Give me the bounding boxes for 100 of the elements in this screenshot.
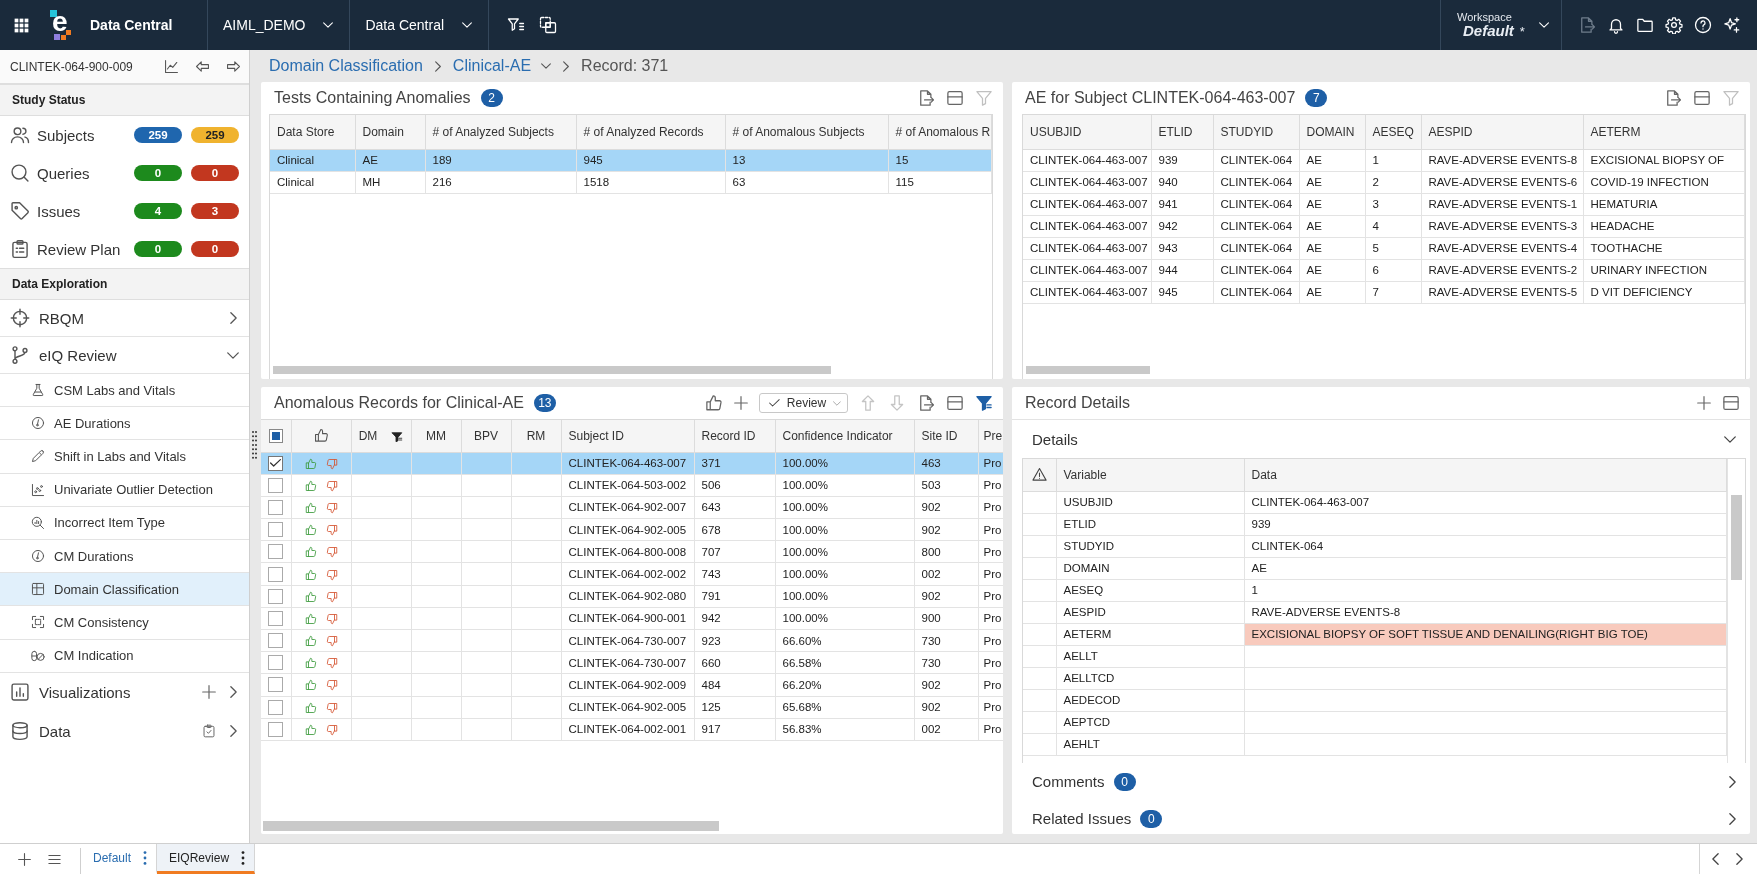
scrollbar-thumb[interactable]	[273, 366, 831, 374]
sidebar-subitem[interactable]: CM Consistency	[0, 606, 249, 640]
thumbs-down-icon[interactable]	[325, 701, 338, 714]
chevron-icon[interactable]	[230, 312, 237, 324]
thumbs-up-icon[interactable]	[304, 457, 317, 470]
column-header[interactable]: AESEQ	[1365, 115, 1421, 149]
thumbs-down-icon[interactable]	[325, 501, 338, 514]
sidebar-subitem[interactable]: Domain Classification	[0, 573, 249, 607]
drag-handle-icon[interactable]	[252, 431, 257, 459]
table-row[interactable]: CLINTEK-064-800-008 707 100.00% 800 Pro	[261, 540, 1003, 563]
layout-icon[interactable]	[1693, 89, 1711, 107]
thumbs-down-icon[interactable]	[325, 723, 338, 736]
line-chart-icon[interactable]	[164, 59, 179, 74]
row-checkbox[interactable]	[268, 544, 284, 560]
table-row[interactable]: CLINTEK-064-902-007 643 100.00% 902 Pro	[261, 496, 1003, 519]
table-row[interactable]: CLINTEK-064-902-005 125 65.68% 902 Pro	[261, 696, 1003, 719]
export-icon[interactable]	[917, 394, 935, 412]
thumbs-up-icon[interactable]	[304, 546, 317, 559]
row-checkbox[interactable]	[268, 699, 284, 715]
column-header[interactable]: Domain	[355, 115, 425, 149]
kebab-menu-icon[interactable]	[241, 850, 246, 865]
thumbs-up-icon[interactable]	[304, 501, 317, 514]
sidebar-item[interactable]: Visualizations	[10, 682, 202, 703]
thumbs-down-icon[interactable]	[325, 457, 338, 470]
status-link[interactable]: Queries	[10, 163, 90, 183]
column-header[interactable]: USUBJID	[1023, 115, 1151, 149]
thumbs-down-icon[interactable]	[325, 524, 338, 537]
chevron-icon[interactable]	[230, 725, 237, 738]
row-checkbox[interactable]	[268, 677, 284, 693]
thumbs-down-icon[interactable]	[325, 568, 338, 581]
back-icon[interactable]	[195, 59, 210, 74]
filter-list-icon[interactable]	[507, 16, 526, 34]
settings-icon[interactable]	[1665, 16, 1683, 34]
layout-icon[interactable]	[946, 89, 964, 107]
review-dropdown[interactable]: Review	[759, 393, 848, 413]
thumbs-down-icon[interactable]	[325, 679, 338, 692]
folder-icon[interactable]	[1636, 16, 1654, 34]
status-link[interactable]: Review Plan	[10, 239, 121, 259]
row-checkbox[interactable]	[268, 721, 284, 737]
column-header[interactable]: AESPID	[1421, 115, 1583, 149]
row-checkbox[interactable]	[268, 610, 284, 626]
row-checkbox[interactable]	[268, 522, 284, 538]
thumbs-up-icon[interactable]	[304, 635, 317, 648]
thumbs-up-icon[interactable]	[304, 723, 317, 736]
thumbs-up-icon[interactable]	[304, 612, 317, 625]
layout-icon[interactable]	[946, 394, 964, 412]
column-header[interactable]: Confidence Indicator	[775, 420, 914, 452]
table-row[interactable]: CLINTEK-064-002-001 917 56.83% 002 Pro	[261, 718, 1003, 741]
table-row[interactable]: CLINTEK-064-463-007 371 100.00% 463 Pro	[261, 452, 1003, 475]
column-header[interactable]: Subject ID	[561, 420, 694, 452]
table-row[interactable]: CLINTEK-064-902-005 678 100.00% 902 Pro	[261, 518, 1003, 541]
column-header[interactable]: BPV	[461, 420, 511, 452]
column-header[interactable]: # of Anomalous R	[888, 115, 992, 149]
table-row[interactable]: Clinical AE 189 945 13 15	[270, 149, 992, 171]
section-title[interactable]: Comments	[1032, 773, 1105, 790]
filter-icon[interactable]	[391, 430, 404, 443]
row-checkbox[interactable]	[268, 477, 284, 493]
sidebar-subitem[interactable]: Incorrect Item Type	[0, 506, 249, 540]
column-header[interactable]: Record ID	[694, 420, 775, 452]
chevron-right-icon[interactable]	[1736, 853, 1743, 865]
workspace-tab[interactable]: EIQReview	[157, 844, 256, 874]
chevron-icon[interactable]	[1729, 812, 1736, 825]
chevron-icon[interactable]	[1724, 435, 1736, 443]
thumbs-down-icon[interactable]	[325, 635, 338, 648]
chevron-icon[interactable]	[230, 686, 237, 699]
clipboard-check-icon[interactable]	[202, 724, 216, 739]
table-row[interactable]: CLINTEK-064-902-080 791 100.00% 902 Pro	[261, 585, 1003, 608]
thumbs-up-icon[interactable]	[304, 657, 317, 670]
table-row[interactable]: CLINTEK-064-503-002 506 100.00% 503 Pro	[261, 474, 1003, 497]
notifications-icon[interactable]	[1607, 16, 1625, 34]
sparkle-icon[interactable]	[1723, 16, 1741, 34]
breadcrumb-link[interactable]: Domain Classification	[269, 57, 423, 75]
add-icon[interactable]	[1697, 396, 1711, 410]
scrollbar-thumb[interactable]	[263, 821, 719, 831]
thumbs-up-icon[interactable]	[304, 701, 317, 714]
thumbs-up-icon[interactable]	[304, 524, 317, 537]
sidebar-item[interactable]: eIQ Review	[10, 345, 227, 365]
chevron-icon[interactable]	[1729, 775, 1736, 788]
thumbs-down-icon[interactable]	[325, 612, 338, 625]
copy-icon[interactable]	[539, 16, 558, 34]
section-title[interactable]: Details	[1032, 430, 1078, 448]
thumbs-up-icon[interactable]	[705, 394, 723, 412]
table-row[interactable]: Clinical MH 216 1518 63 115	[270, 171, 992, 193]
sidebar-subitem[interactable]: Univariate Outlier Detection	[0, 473, 249, 507]
export-icon[interactable]	[1664, 89, 1682, 107]
column-header[interactable]: STUDYID	[1213, 115, 1299, 149]
table-row[interactable]: CLINTEK-064-730-007 660 66.58% 730 Pro	[261, 651, 1003, 674]
add-icon[interactable]	[734, 396, 748, 410]
sidebar-item[interactable]: Data	[10, 721, 202, 742]
table-row[interactable]: CLINTEK-064-730-007 923 66.60% 730 Pro	[261, 629, 1003, 652]
column-header[interactable]: # of Anomalous Subjects	[725, 115, 888, 149]
table-row[interactable]: CLINTEK-064-900-001 942 100.00% 900 Pro	[261, 607, 1003, 630]
scrollbar-thumb[interactable]	[1026, 366, 1150, 374]
column-header[interactable]: # of Analyzed Records	[576, 115, 725, 149]
export-icon[interactable]	[917, 89, 935, 107]
scrollbar-thumb[interactable]	[1731, 495, 1742, 580]
sidebar-subitem[interactable]: CSM Labs and Vitals	[0, 374, 249, 408]
filter-icon[interactable]	[975, 394, 993, 412]
add-icon[interactable]	[202, 685, 216, 700]
row-checkbox[interactable]	[268, 499, 284, 515]
